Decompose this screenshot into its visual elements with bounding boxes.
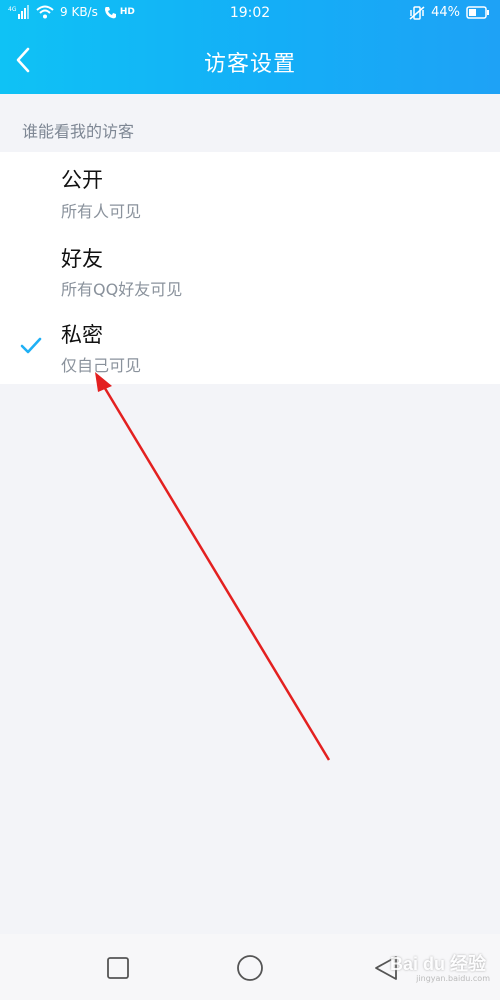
battery-icon — [466, 6, 489, 19]
option-public[interactable]: 公开 所有人可见 — [0, 152, 500, 229]
circle-icon[interactable] — [236, 954, 264, 982]
square-icon[interactable] — [104, 954, 132, 982]
checkmark-icon — [20, 337, 42, 354]
option-title: 好友 — [61, 247, 103, 271]
option-subtitle: 仅自己可见 — [61, 356, 142, 375]
battery-percent: 44% — [431, 5, 460, 20]
title-bar: 访客设置 — [0, 30, 500, 90]
option-subtitle: 所有QQ好友可见 — [61, 280, 183, 299]
section-label: 谁能看我的访客 — [22, 122, 135, 141]
option-private[interactable]: 私密 仅自己可见 — [0, 307, 500, 384]
watermark-url: jingyan.baidu.com — [416, 974, 490, 983]
app-header: 4G 9 KB/s HD 19:02 44% 访客设置 — [0, 0, 500, 94]
watermark: Bai du 经验 — [389, 954, 486, 974]
status-bar: 4G 9 KB/s HD 19:02 44% — [0, 0, 500, 26]
option-title: 私密 — [61, 323, 103, 347]
option-friends[interactable]: 好友 所有QQ好友可见 — [0, 229, 500, 306]
option-subtitle: 所有人可见 — [61, 202, 142, 221]
annotation-arrow — [95, 372, 331, 761]
system-nav-bar: Bai du 经验 jingyan.baidu.com — [0, 934, 500, 1000]
option-title: 公开 — [61, 168, 103, 192]
page-title: 访客设置 — [203, 52, 296, 77]
visibility-options: 公开 所有人可见 好友 所有QQ好友可见 私密 仅自己可见 — [0, 152, 500, 384]
vibrate-icon — [409, 5, 425, 20]
